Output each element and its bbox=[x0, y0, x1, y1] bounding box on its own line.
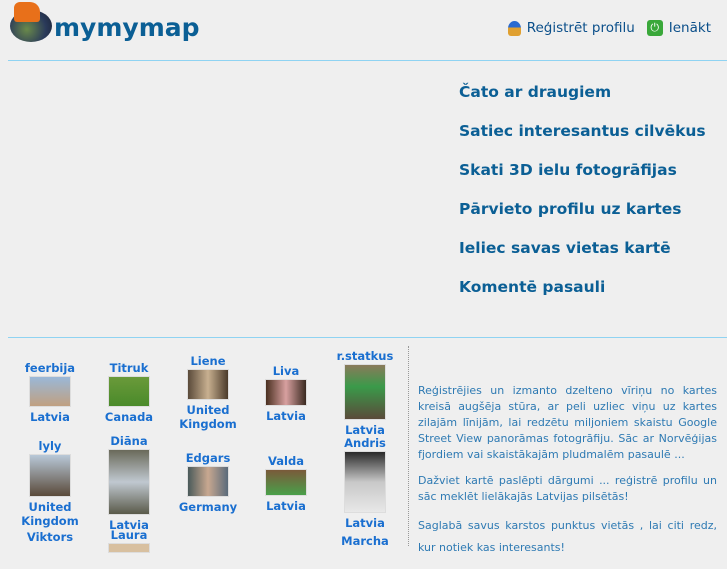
feature-chat[interactable]: Čato ar draugiem bbox=[459, 82, 706, 121]
feature-places[interactable]: Ieliec savas vietas kartē bbox=[459, 238, 706, 277]
globe-logo-icon bbox=[10, 2, 52, 42]
profile-photo[interactable] bbox=[265, 379, 307, 406]
profile-card[interactable]: Laura bbox=[89, 528, 169, 556]
profile-card[interactable]: Viktors bbox=[10, 530, 90, 544]
feature-3d-photos[interactable]: Skati 3D ielu fotogrāfijas bbox=[459, 160, 706, 199]
description-paragraph: Saglabā savus karstos punktus vietās , l… bbox=[418, 519, 717, 554]
profile-card[interactable]: r.statkus Latvia bbox=[325, 349, 405, 437]
profile-card[interactable]: Titruk Canada bbox=[89, 361, 169, 424]
profile-country: United Kingdom bbox=[21, 500, 79, 528]
profile-photo[interactable] bbox=[187, 466, 229, 497]
profile-name[interactable]: Valda bbox=[268, 454, 304, 468]
profile-photo[interactable] bbox=[108, 449, 150, 515]
profile-country: Latvia bbox=[266, 409, 306, 423]
profile-card[interactable]: Liene United Kingdom bbox=[168, 354, 248, 431]
profile-photo[interactable] bbox=[108, 376, 150, 407]
login-label: Ienākt bbox=[668, 20, 711, 36]
profile-country: Latvia bbox=[345, 423, 385, 437]
profile-name[interactable]: Liva bbox=[273, 364, 300, 378]
user-icon bbox=[507, 20, 521, 36]
register-link[interactable]: Reģistrēt profilu bbox=[507, 20, 635, 36]
top-links: Reģistrēt profilu ⏻ Ienākt bbox=[496, 20, 711, 36]
profile-card[interactable]: Liva Latvia bbox=[246, 364, 326, 423]
profile-name[interactable]: Liene bbox=[190, 354, 225, 368]
feature-move-profile[interactable]: Pārvieto profilu uz kartes bbox=[459, 199, 706, 238]
feature-meet[interactable]: Satiec interesantus cilvēkus bbox=[459, 121, 706, 160]
profile-name[interactable]: Andris bbox=[344, 436, 386, 450]
profile-photo[interactable] bbox=[265, 469, 307, 496]
profile-country: United Kingdom bbox=[179, 403, 237, 431]
column-divider bbox=[408, 346, 409, 546]
profile-country: Canada bbox=[104, 410, 154, 424]
profile-country: Latvia bbox=[345, 516, 385, 530]
description: Reģistrējies un izmanto dzelteno vīriņu … bbox=[418, 383, 717, 569]
profile-card[interactable]: Valda Latvia bbox=[246, 454, 326, 513]
profile-card[interactable]: Edgars Germany bbox=[168, 451, 248, 514]
logo-text: mymymap bbox=[54, 13, 200, 42]
profile-name[interactable]: Laura bbox=[111, 528, 148, 542]
profile-name[interactable]: Viktors bbox=[27, 530, 73, 544]
description-paragraph: Reģistrējies un izmanto dzelteno vīriņu … bbox=[418, 384, 717, 461]
profile-card[interactable]: Diāna Latvia bbox=[89, 434, 169, 532]
description-paragraph: Dažviet kartē paslēpti dārgumi ... reģis… bbox=[418, 474, 717, 503]
profile-card[interactable]: Marcha bbox=[325, 534, 405, 548]
profile-photo[interactable] bbox=[29, 454, 71, 497]
profile-country: Latvia bbox=[266, 499, 306, 513]
profile-name[interactable]: lyly bbox=[39, 439, 62, 453]
profile-name[interactable]: r.statkus bbox=[337, 349, 394, 363]
feature-comment[interactable]: Komentē pasauli bbox=[459, 277, 706, 316]
profile-name[interactable]: Titruk bbox=[110, 361, 149, 375]
profile-card[interactable]: Andris Latvia bbox=[325, 436, 405, 530]
feature-list: Čato ar draugiem Satiec interesantus cil… bbox=[459, 82, 706, 316]
profile-photo[interactable] bbox=[29, 376, 71, 407]
profile-card[interactable]: feerbija Latvia bbox=[10, 361, 90, 424]
profile-photo[interactable] bbox=[344, 451, 386, 513]
profile-country: Germany bbox=[178, 500, 238, 514]
power-icon: ⏻ bbox=[646, 20, 663, 36]
logo[interactable]: mymymap bbox=[10, 2, 200, 42]
register-label: Reģistrēt profilu bbox=[526, 20, 635, 36]
profile-photo[interactable] bbox=[344, 364, 386, 420]
profile-name[interactable]: Marcha bbox=[341, 534, 389, 548]
profile-photo[interactable] bbox=[187, 369, 229, 400]
login-link[interactable]: ⏻ Ienākt bbox=[646, 20, 711, 36]
profile-card[interactable]: lyly United Kingdom bbox=[10, 439, 90, 528]
profile-name[interactable]: Diāna bbox=[110, 434, 147, 448]
profile-name[interactable]: Edgars bbox=[186, 451, 231, 465]
profile-name[interactable]: feerbija bbox=[25, 361, 75, 375]
divider bbox=[8, 60, 727, 61]
divider bbox=[8, 337, 727, 338]
profile-country: Latvia bbox=[30, 410, 70, 424]
